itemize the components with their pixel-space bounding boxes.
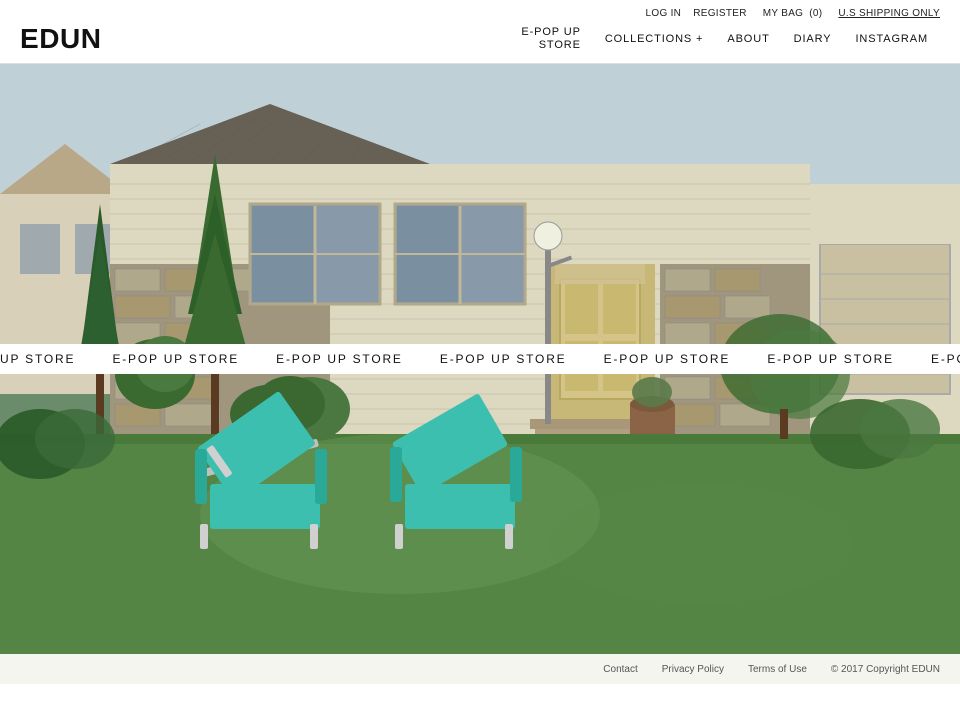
terms-link[interactable]: Terms of Use [748, 664, 807, 675]
nav-epop-store[interactable]: E-POP UP STORE [509, 26, 592, 52]
nav-diary[interactable]: DIARY [782, 33, 844, 45]
shipping-label: U.S SHIPPING ONLY [838, 8, 940, 19]
bag-count: (0) [809, 8, 822, 19]
header-top-bar: LOG IN REGISTER MY BAG (0) U.S SHIPPING … [0, 0, 960, 23]
hero-section: 20 [0, 64, 960, 654]
site-footer: Contact Privacy Policy Terms of Use © 20… [0, 654, 960, 684]
shipping-info: U.S SHIPPING ONLY [838, 8, 940, 19]
site-logo[interactable]: EDUN [20, 23, 102, 55]
my-bag-label[interactable]: MY BAG [763, 8, 804, 19]
epop-line2: STORE [539, 39, 581, 51]
nav-links: E-POP UP STORE COLLECTIONS + ABOUT DIARY… [509, 26, 940, 52]
auth-links: LOG IN REGISTER [646, 8, 747, 19]
epop-line1: E-POP UP [521, 26, 580, 38]
log-in-link[interactable]: LOG IN [646, 8, 682, 19]
nav-about[interactable]: ABOUT [715, 33, 781, 45]
ticker-bar: UP STORE E-POP UP STORE E-POP UP STORE E… [0, 344, 960, 374]
register-link[interactable]: REGISTER [693, 8, 747, 19]
nav-instagram[interactable]: INSTAGRAM [844, 33, 941, 45]
privacy-link[interactable]: Privacy Policy [662, 664, 724, 675]
nav-collections[interactable]: COLLECTIONS + [593, 33, 716, 45]
contact-link[interactable]: Contact [603, 664, 637, 675]
ticker-content: UP STORE E-POP UP STORE E-POP UP STORE E… [0, 352, 960, 366]
copyright-text: © 2017 Copyright EDUN [831, 664, 940, 675]
bag-info: MY BAG (0) [763, 8, 823, 19]
main-nav: EDUN E-POP UP STORE COLLECTIONS + ABOUT … [0, 23, 960, 64]
